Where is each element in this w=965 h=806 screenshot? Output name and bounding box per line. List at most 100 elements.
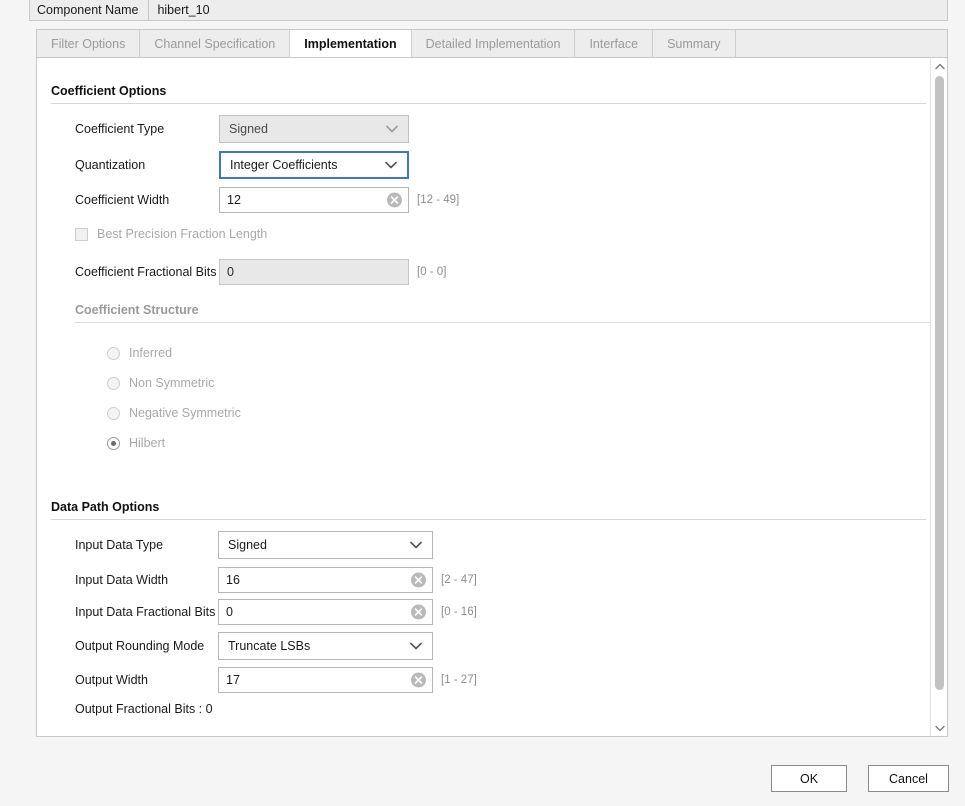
output-width-value: 17 <box>226 673 240 687</box>
output-rounding-mode-select[interactable]: Truncate LSBs <box>218 632 433 660</box>
data-path-options-title: Data Path Options <box>51 500 160 514</box>
output-rounding-mode-label: Output Rounding Mode <box>75 639 205 653</box>
coefficient-structure-title: Coefficient Structure <box>75 303 199 317</box>
tab-strip: Filter Options Channel Specification Imp… <box>36 29 948 58</box>
chevron-down-icon <box>386 122 398 136</box>
dialog-footer: OK Cancel <box>0 765 965 806</box>
best-precision-row: Best Precision Fraction Length <box>75 220 267 248</box>
quantization-select[interactable]: Integer Coefficients <box>219 151 409 179</box>
coefficient-width-label: Coefficient Width <box>75 193 170 207</box>
radio-icon[interactable] <box>107 376 120 390</box>
best-precision-checkbox-group[interactable]: Best Precision Fraction Length <box>75 227 267 241</box>
scroll-down-icon[interactable] <box>931 720 947 736</box>
radio-group-non-symmetric[interactable]: Non Symmetric <box>107 376 214 390</box>
clear-icon[interactable] <box>411 572 426 588</box>
component-name-bar: Component Name hibert_10 <box>29 0 948 21</box>
data-path-options-rule <box>51 519 926 520</box>
coefficient-options-rule <box>51 103 926 104</box>
checkbox-icon[interactable] <box>75 227 88 241</box>
structure-inferred-label: Inferred <box>129 346 173 360</box>
clear-icon[interactable] <box>387 192 402 208</box>
radio-group-inferred[interactable]: Inferred <box>107 346 172 360</box>
structure-option-non-symmetric[interactable]: Non Symmetric <box>107 369 214 397</box>
chevron-down-icon <box>410 639 422 653</box>
radio-icon-selected[interactable] <box>107 436 120 450</box>
input-data-fractional-bits-row: Input Data Fractional Bits 0 [0 - 16] <box>75 598 477 626</box>
structure-non-symmetric-label: Non Symmetric <box>129 376 215 390</box>
structure-option-negative-symmetric[interactable]: Negative Symmetric <box>107 399 241 427</box>
quantization-row: Quantization Integer Coefficients <box>75 151 409 179</box>
chevron-down-icon <box>385 158 397 172</box>
chevron-down-icon <box>410 538 422 552</box>
component-name-input[interactable]: hibert_10 <box>148 0 947 20</box>
clear-icon[interactable] <box>411 672 426 688</box>
input-data-fractional-bits-label: Input Data Fractional Bits <box>75 605 216 619</box>
tab-summary[interactable]: Summary <box>653 30 736 58</box>
quantization-value: Integer Coefficients <box>230 158 338 172</box>
best-precision-label: Best Precision Fraction Length <box>97 227 268 241</box>
coefficient-type-label: Coefficient Type <box>75 122 165 136</box>
output-rounding-mode-row: Output Rounding Mode Truncate LSBs <box>75 632 433 660</box>
structure-option-inferred[interactable]: Inferred <box>107 339 172 367</box>
structure-negative-symmetric-label: Negative Symmetric <box>129 406 241 420</box>
coefficient-width-row: Coefficient Width 12 [12 - 49] <box>75 186 459 214</box>
input-data-type-value: Signed <box>228 538 267 552</box>
structure-option-hilbert[interactable]: Hilbert <box>107 429 165 457</box>
output-width-row: Output Width 17 [1 - 27] <box>75 666 477 694</box>
output-width-label: Output Width <box>75 673 148 687</box>
tab-filter-options[interactable]: Filter Options <box>37 30 141 58</box>
input-data-width-range: [2 - 47] <box>441 574 477 586</box>
component-name-label: Component Name <box>37 3 139 17</box>
input-data-type-row: Input Data Type Signed <box>75 531 433 559</box>
scroll-up-icon[interactable] <box>931 58 947 74</box>
vertical-scrollbar[interactable] <box>930 58 947 736</box>
input-data-fractional-bits-value: 0 <box>226 605 233 619</box>
coefficient-type-value: Signed <box>229 122 268 136</box>
scrollbar-track[interactable] <box>931 74 947 720</box>
output-width-input[interactable]: 17 <box>218 667 433 693</box>
radio-icon[interactable] <box>107 346 120 360</box>
input-data-width-row: Input Data Width 16 [2 - 47] <box>75 566 477 594</box>
coefficient-fractional-bits-range: [0 - 0] <box>417 266 447 278</box>
coefficient-structure-section: Coefficient Structure <box>75 303 933 323</box>
coefficient-options-section: Coefficient Options <box>51 84 926 104</box>
tab-detailed-implementation[interactable]: Detailed Implementation <box>412 30 576 58</box>
clear-icon[interactable] <box>411 604 426 620</box>
implementation-panel: Coefficient Options Coefficient Type Sig… <box>36 57 948 737</box>
scrollbar-thumb[interactable] <box>935 76 944 690</box>
coefficient-width-input[interactable]: 12 <box>219 187 409 213</box>
output-fractional-bits-text: Output Fractional Bits : 0 <box>75 702 213 716</box>
input-data-width-value: 16 <box>226 573 240 587</box>
structure-hilbert-label: Hilbert <box>129 436 166 450</box>
coefficient-fractional-bits-row: Coefficient Fractional Bits 0 [0 - 0] <box>75 258 446 286</box>
coefficient-fractional-bits-input[interactable]: 0 <box>219 259 409 285</box>
radio-icon[interactable] <box>107 406 120 420</box>
coefficient-type-select[interactable]: Signed <box>219 115 409 143</box>
radio-group-hilbert[interactable]: Hilbert <box>107 436 165 450</box>
ok-button[interactable]: OK <box>771 765 847 792</box>
input-data-width-input[interactable]: 16 <box>218 567 433 593</box>
coefficient-fractional-bits-value: 0 <box>227 265 234 279</box>
tab-channel-specification[interactable]: Channel Specification <box>140 30 291 58</box>
input-data-fractional-bits-input[interactable]: 0 <box>218 599 433 625</box>
panel-content: Coefficient Options Coefficient Type Sig… <box>37 58 933 736</box>
radio-group-negative-symmetric[interactable]: Negative Symmetric <box>107 406 241 420</box>
coefficient-width-range: [12 - 49] <box>417 194 460 206</box>
coefficient-width-value: 12 <box>227 193 241 207</box>
coefficient-options-title: Coefficient Options <box>51 84 167 98</box>
output-fractional-bits-row: Output Fractional Bits : 0 <box>75 695 213 723</box>
coefficient-type-row: Coefficient Type Signed <box>75 115 409 143</box>
coefficient-fractional-bits-label: Coefficient Fractional Bits <box>75 265 217 279</box>
output-rounding-mode-value: Truncate LSBs <box>228 639 311 653</box>
output-width-range: [1 - 27] <box>441 674 477 686</box>
data-path-options-section: Data Path Options <box>51 500 926 520</box>
cancel-button[interactable]: Cancel <box>868 765 949 792</box>
tab-implementation[interactable]: Implementation <box>289 30 412 58</box>
input-data-type-label: Input Data Type <box>75 538 164 552</box>
input-data-type-select[interactable]: Signed <box>218 531 433 559</box>
tab-interface[interactable]: Interface <box>575 30 654 58</box>
input-data-width-label: Input Data Width <box>75 573 169 587</box>
input-data-fractional-bits-range: [0 - 16] <box>441 606 477 618</box>
quantization-label: Quantization <box>75 158 146 172</box>
coefficient-structure-rule <box>75 322 933 323</box>
